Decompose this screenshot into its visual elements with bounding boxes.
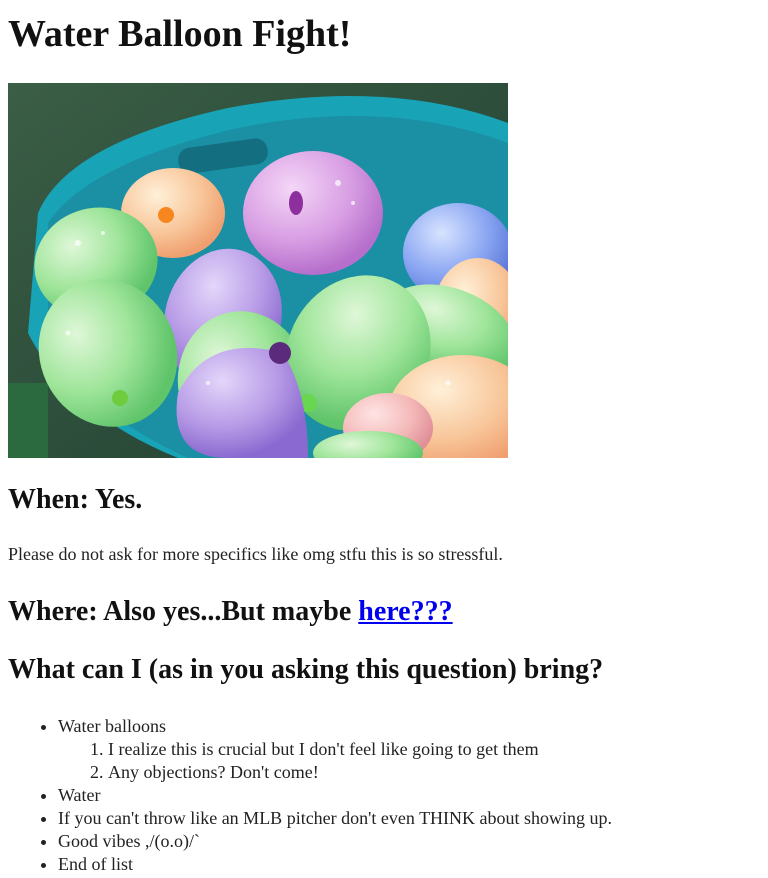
bring-list: Water balloons I realize this is crucial… — [8, 715, 760, 876]
what-heading: What can I (as in you asking this questi… — [8, 654, 604, 685]
list-item: Good vibes ,/(o.o)/` — [58, 830, 760, 853]
water-balloons-photo — [8, 83, 508, 458]
when-heading: When: Yes. — [8, 484, 143, 515]
sub-list: I realize this is crucial but I don't fe… — [58, 738, 760, 784]
list-item: Water balloons I realize this is crucial… — [58, 715, 760, 784]
page-title: Water Balloon Fight! — [8, 13, 352, 55]
where-heading: Where: Also yes...But maybe here??? — [8, 595, 760, 629]
page-content: Water Balloon Fight! When: Yes. Please d… — [8, 0, 760, 876]
sub-list-item: Any objections? Don't come! — [108, 761, 760, 784]
list-item-label: Water balloons — [58, 716, 167, 736]
where-link[interactable]: here??? — [358, 596, 452, 627]
list-item: End of list — [58, 853, 760, 876]
when-text: Please do not ask for more specifics lik… — [8, 544, 503, 564]
list-item: Water — [58, 784, 760, 807]
sub-list-item: I realize this is crucial but I don't fe… — [108, 738, 760, 761]
where-heading-text: Where: Also yes...But maybe — [8, 596, 359, 627]
list-item: If you can't throw like an MLB pitcher d… — [58, 807, 760, 830]
